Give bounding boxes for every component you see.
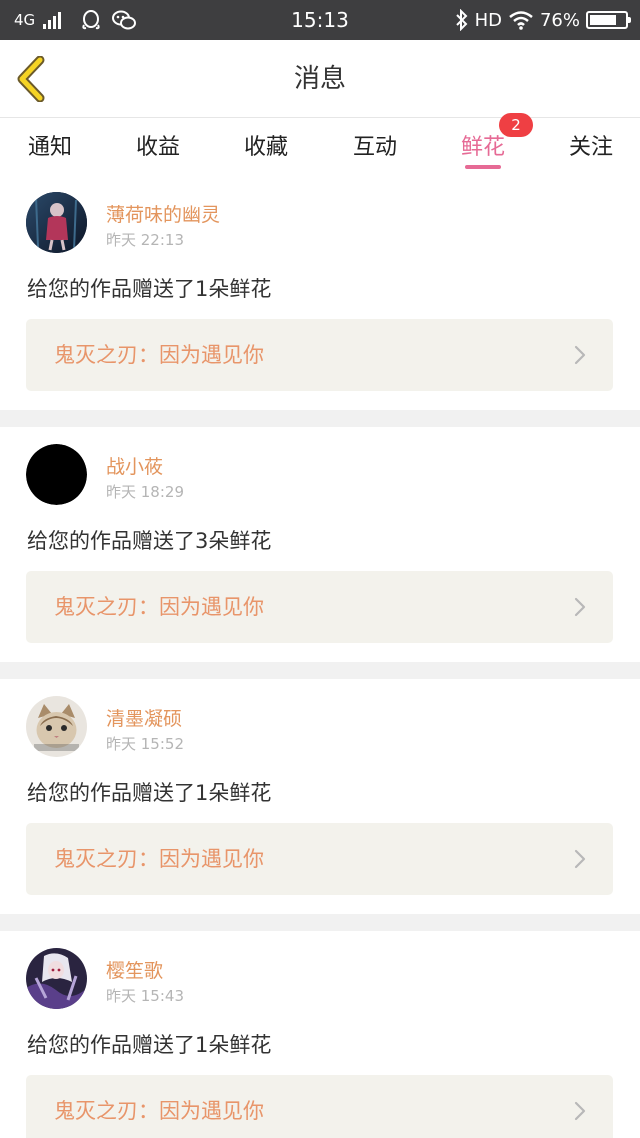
divider — [0, 662, 640, 679]
chevron-right-icon — [574, 345, 586, 365]
work-title: 鬼灭之刃：因为遇见你 — [54, 847, 264, 871]
chevron-right-icon — [574, 849, 586, 869]
message-list: 薄荷味的幽灵 昨天 22:13 给您的作品赠送了1朵鲜花 鬼灭之刃：因为遇见你 … — [0, 175, 640, 1138]
battery-percent: 76% — [539, 9, 580, 31]
work-link[interactable]: 鬼灭之刃：因为遇见你 — [26, 319, 613, 391]
wifi-icon — [509, 11, 533, 30]
work-title: 鬼灭之刃：因为遇见你 — [54, 343, 264, 367]
message-time: 昨天 18:29 — [106, 483, 184, 501]
message-time: 昨天 15:43 — [106, 987, 184, 1005]
tab-earnings[interactable]: 收益 — [108, 129, 208, 161]
message-time: 昨天 22:13 — [106, 231, 184, 249]
tab-bar: 通知 收益 收藏 互动 鲜花 2 关注 — [0, 113, 640, 175]
nav-bar: 消息 — [0, 40, 640, 118]
username[interactable]: 清墨凝硕 — [106, 704, 182, 731]
username[interactable]: 樱笙歌 — [106, 956, 163, 983]
active-tab-indicator — [465, 165, 501, 169]
work-link[interactable]: 鬼灭之刃：因为遇见你 — [26, 571, 613, 643]
flowers-badge: 2 — [499, 113, 533, 137]
hd-label: HD — [474, 9, 502, 31]
tab-interactions[interactable]: 互动 — [325, 129, 425, 161]
message-text: 给您的作品赠送了1朵鲜花 — [27, 781, 272, 805]
work-title: 鬼灭之刃：因为遇见你 — [54, 1099, 264, 1123]
message-card: 清墨凝硕 昨天 15:52 给您的作品赠送了1朵鲜花 鬼灭之刃：因为遇见你 — [0, 679, 640, 914]
chevron-right-icon — [574, 1101, 586, 1121]
avatar[interactable] — [26, 696, 87, 757]
username[interactable]: 薄荷味的幽灵 — [106, 200, 220, 227]
battery-level — [590, 15, 616, 25]
work-link[interactable]: 鬼灭之刃：因为遇见你 — [26, 823, 613, 895]
tab-following[interactable]: 关注 — [541, 129, 640, 161]
username[interactable]: 战小莜 — [106, 452, 163, 479]
avatar[interactable] — [26, 444, 87, 505]
chevron-right-icon — [574, 597, 586, 617]
message-text: 给您的作品赠送了1朵鲜花 — [27, 1033, 272, 1057]
divider — [0, 410, 640, 427]
avatar[interactable] — [26, 192, 87, 253]
message-text: 给您的作品赠送了3朵鲜花 — [27, 529, 272, 553]
avatar[interactable] — [26, 948, 87, 1009]
message-text: 给您的作品赠送了1朵鲜花 — [27, 277, 272, 301]
work-title: 鬼灭之刃：因为遇见你 — [54, 595, 264, 619]
divider — [0, 914, 640, 931]
work-link[interactable]: 鬼灭之刃：因为遇见你 — [26, 1075, 613, 1138]
tab-favorites[interactable]: 收藏 — [216, 129, 316, 161]
message-card: 樱笙歌 昨天 15:43 给您的作品赠送了1朵鲜花 鬼灭之刃：因为遇见你 — [0, 931, 640, 1138]
message-card: 战小莜 昨天 18:29 给您的作品赠送了3朵鲜花 鬼灭之刃：因为遇见你 — [0, 427, 640, 662]
message-card: 薄荷味的幽灵 昨天 22:13 给您的作品赠送了1朵鲜花 鬼灭之刃：因为遇见你 — [0, 175, 640, 410]
tab-notifications[interactable]: 通知 — [0, 129, 100, 161]
status-right: HD 76% — [455, 0, 631, 40]
page-title: 消息 — [293, 64, 346, 94]
message-time: 昨天 15:52 — [106, 735, 184, 753]
battery-icon — [586, 11, 631, 29]
bluetooth-icon — [455, 9, 467, 31]
status-bar: 4G 15:13 HD 76% — [0, 0, 640, 40]
